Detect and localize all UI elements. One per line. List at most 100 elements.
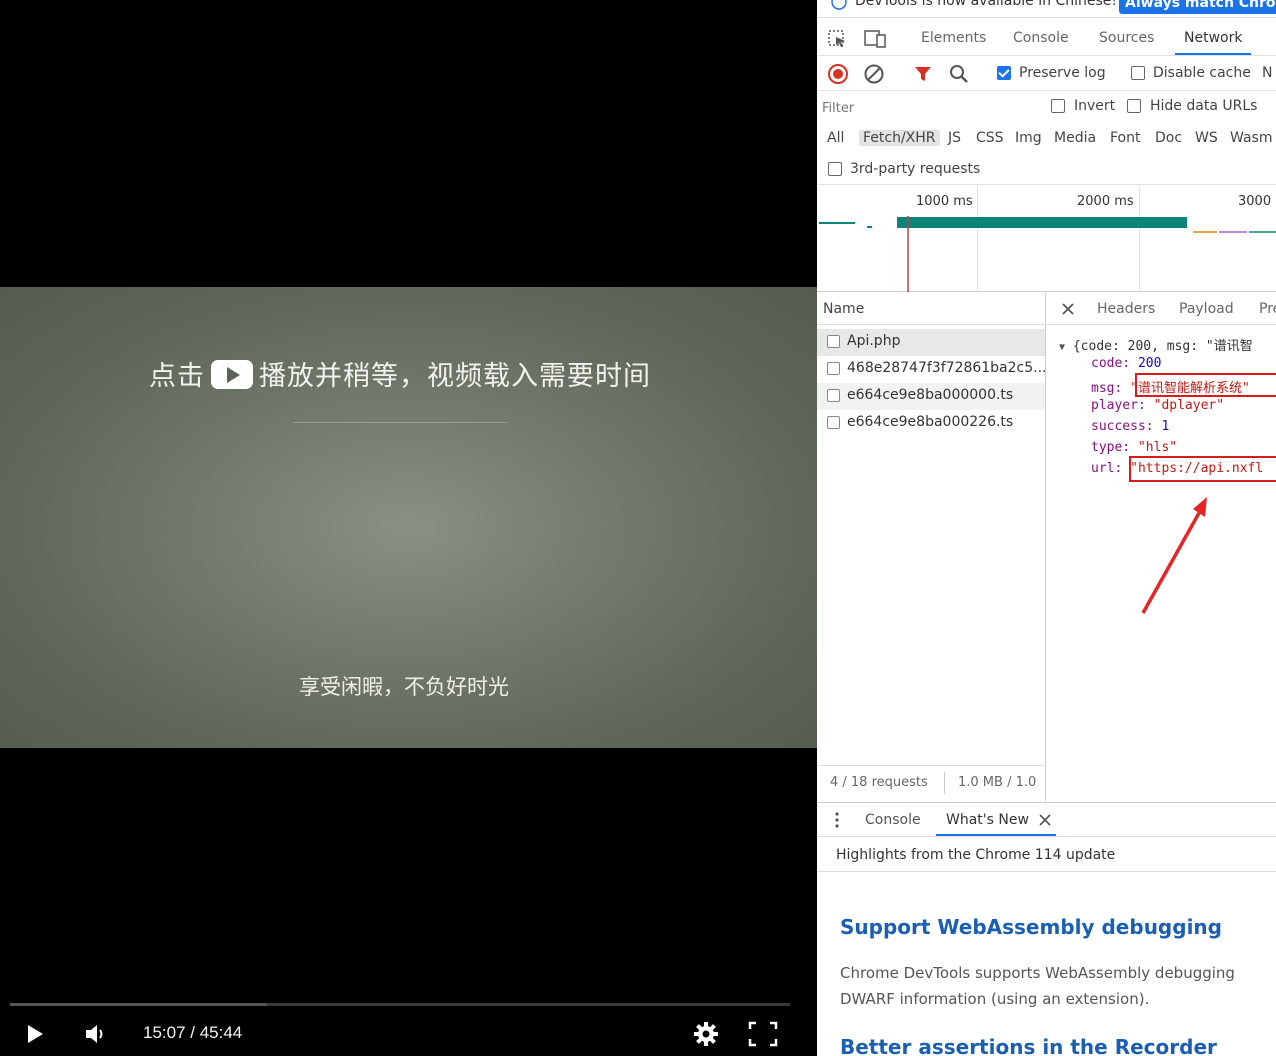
drawer-tab-console[interactable]: Console [865, 812, 921, 828]
json-value: 1 [1161, 419, 1170, 434]
play-button[interactable] [24, 1022, 46, 1046]
clear-icon[interactable] [863, 63, 885, 85]
detail-tab-bar: Headers Payload Pre [1047, 293, 1276, 325]
progress-bar[interactable] [10, 1003, 790, 1006]
request-checkbox[interactable] [827, 416, 840, 429]
feature-title[interactable]: Better assertions in the Recorder [840, 1035, 1217, 1056]
disable-cache-checkbox[interactable] [1131, 66, 1145, 80]
fullscreen-button[interactable] [748, 1021, 778, 1047]
timeline-bars [819, 216, 1276, 292]
search-icon[interactable] [948, 63, 970, 85]
tab-headers[interactable]: Headers [1097, 301, 1155, 317]
tab-elements[interactable]: Elements [921, 30, 986, 46]
network-overview[interactable]: 1000 ms 2000 ms 3000 [817, 186, 1276, 292]
filter-input[interactable] [822, 96, 1035, 120]
close-icon[interactable] [1061, 302, 1075, 316]
inspect-element-icon[interactable] [827, 29, 849, 49]
resource-type-filters: All Fetch/XHR JS CSS Img Media Font Doc … [817, 124, 1276, 154]
hide-data-urls-checkbox[interactable] [1127, 99, 1141, 113]
request-detail: Headers Payload Pre ▼ {code: 200, msg: "… [1047, 293, 1276, 801]
request-checkbox[interactable] [827, 362, 840, 375]
active-tab-indicator [1175, 53, 1251, 55]
json-row-player: player: "dplayer" [1091, 398, 1224, 413]
type-media[interactable]: Media [1054, 130, 1096, 146]
devtools-drawer: Console What's New Highlights from the C… [817, 802, 1276, 1056]
json-key: msg: [1091, 381, 1123, 396]
hint-divider [293, 422, 507, 423]
match-chrome-button[interactable]: Always match Chrome [1119, 0, 1276, 14]
request-summary: 4 / 18 requests 1.0 MB / 1.0 [817, 765, 1046, 801]
volume-icon [86, 1025, 103, 1043]
player-controls: 15:07 / 45:44 [0, 1012, 817, 1056]
play-hint-after: 播放并稍等，视频载入需要时间 [259, 361, 651, 392]
type-css[interactable]: CSS [976, 130, 1004, 146]
request-name: Api.php [847, 333, 901, 349]
request-row[interactable]: e664ce9e8ba000226.ts [817, 410, 1045, 437]
type-js[interactable]: JS [948, 130, 961, 146]
more-options-icon[interactable] [834, 811, 840, 829]
request-name: e664ce9e8ba000000.ts [847, 387, 1014, 403]
volume-button[interactable] [84, 1022, 110, 1046]
request-name: e664ce9e8ba000226.ts [847, 414, 1014, 430]
json-key: code: [1091, 356, 1131, 371]
drawer-active-tab-indicator [936, 834, 1056, 836]
request-name: 468e28747f3f72861ba2c5... [847, 360, 1047, 376]
type-font[interactable]: Font [1110, 130, 1140, 146]
infobar-text: DevTools is now available in Chinese! [855, 0, 1117, 9]
record-stop-icon[interactable] [827, 63, 849, 85]
feature-body-line: Chrome DevTools supports WebAssembly deb… [840, 964, 1235, 982]
preserve-log-label: Preserve log [1019, 65, 1106, 81]
request-checkbox[interactable] [827, 335, 840, 348]
name-column-header[interactable]: Name [817, 293, 1046, 325]
drawer-tab-whats-new[interactable]: What's New [946, 812, 1029, 828]
tab-network[interactable]: Network [1184, 30, 1242, 46]
video-player[interactable]: 点击 播放并稍等，视频载入需要时间 享受闲暇，不负好时光 15:07 / 45:4… [0, 0, 817, 1056]
request-row[interactable]: e664ce9e8ba000000.ts [817, 383, 1045, 410]
json-key: player: [1091, 398, 1146, 413]
json-value: 200 [1137, 356, 1162, 371]
invert-checkbox[interactable] [1051, 99, 1065, 113]
drawer-tab-bar: Console What's New [817, 803, 1276, 837]
devtools-tab-bar: Elements Console Sources Network [817, 24, 1276, 56]
type-img[interactable]: Img [1015, 130, 1042, 146]
device-toolbar-icon[interactable] [863, 29, 887, 49]
gear-icon [694, 1022, 718, 1046]
json-key: success: [1091, 419, 1154, 434]
tab-sources[interactable]: Sources [1099, 30, 1154, 46]
request-count: 4 / 18 requests [830, 775, 928, 790]
tab-payload[interactable]: Payload [1179, 301, 1234, 317]
json-summary-line[interactable]: ▼ {code: 200, msg: "谱讯智 [1059, 335, 1253, 354]
summary-divider [944, 772, 945, 794]
type-ws[interactable]: WS [1195, 130, 1218, 146]
feature-title[interactable]: Support WebAssembly debugging [840, 915, 1222, 939]
request-checkbox[interactable] [827, 389, 840, 402]
settings-button[interactable] [692, 1020, 720, 1048]
video-slogan: 享受闲暇，不负好时光 [299, 675, 509, 699]
third-party-checkbox[interactable] [828, 162, 842, 176]
tab-console[interactable]: Console [1013, 30, 1069, 46]
json-key: url: [1091, 461, 1123, 476]
close-icon[interactable] [1039, 814, 1051, 826]
filter-bar: Invert Hide data URLs [817, 92, 1276, 124]
url-highlight-box [1129, 456, 1276, 482]
type-all[interactable]: All [827, 130, 844, 146]
type-wasm[interactable]: Wasm [1230, 130, 1272, 146]
tab-preview[interactable]: Pre [1259, 301, 1276, 317]
feature-body-line: DWARF information (using an extension). [840, 990, 1150, 1008]
type-fetch-xhr[interactable]: Fetch/XHR [859, 130, 940, 146]
devtools-panel: DevTools is now available in Chinese! Al… [817, 0, 1276, 1056]
msg-highlight-box [1135, 373, 1276, 397]
disable-cache-label: Disable cache [1153, 65, 1251, 81]
play-hint: 点击 播放并稍等，视频载入需要时间 [0, 354, 800, 393]
fullscreen-icon [748, 1021, 778, 1047]
filter-icon[interactable] [913, 64, 933, 84]
expand-triangle-icon: ▼ [1059, 342, 1066, 353]
request-list: Name Api.php 468e28747f3f72861ba2c5... e… [817, 293, 1047, 801]
preserve-log-checkbox[interactable] [997, 66, 1011, 80]
youtube-play-icon [211, 360, 253, 389]
request-row[interactable]: Api.php [817, 329, 1045, 356]
request-row[interactable]: 468e28747f3f72861ba2c5... [817, 356, 1047, 383]
throttling-select[interactable]: N [1262, 65, 1272, 81]
type-doc[interactable]: Doc [1155, 130, 1182, 146]
network-toolbar: Preserve log Disable cache N [817, 57, 1276, 91]
